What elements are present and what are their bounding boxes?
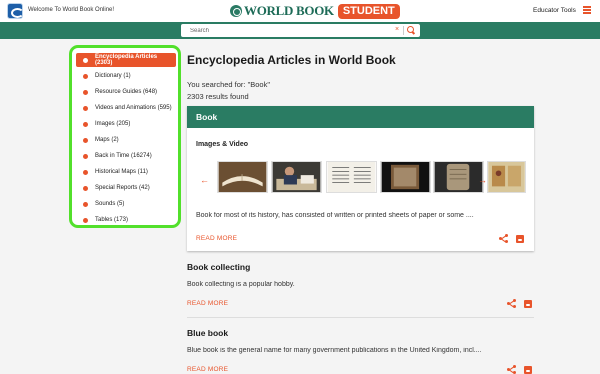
save-icon[interactable]	[516, 235, 524, 243]
facet-label: Tables (173)	[95, 217, 129, 223]
bullet-icon	[83, 137, 88, 143]
bullet-icon	[83, 185, 88, 191]
student-badge: STUDENT	[337, 3, 400, 19]
facet-sounds[interactable]: Sounds (5)	[76, 197, 176, 211]
facet-label: Back in Time (16274)	[95, 153, 152, 159]
bullet-icon	[83, 169, 88, 175]
arrow-left-icon[interactable]: ←	[200, 175, 209, 185]
searched-for-text: You searched for: "Book"	[187, 80, 271, 89]
facet-resource-guides[interactable]: Resource Guides (648)	[76, 85, 176, 99]
search-icon[interactable]	[407, 26, 415, 35]
clear-search-button[interactable]: ×	[395, 26, 399, 33]
bullet-icon	[83, 57, 88, 63]
facet-videos-animations[interactable]: Videos and Animations (595)	[76, 101, 176, 115]
arrow-right-icon[interactable]: →	[478, 175, 487, 185]
facet-label: Dictionary (1)	[95, 73, 131, 79]
facet-dictionary[interactable]: Dictionary (1)	[76, 69, 176, 83]
facet-label: Historical Maps (11)	[95, 169, 148, 175]
educator-tools-link[interactable]: Educator Tools	[533, 7, 576, 14]
result-snippet: Blue book is the general name for many g…	[187, 347, 482, 354]
bullet-icon	[83, 153, 88, 159]
site-logo-icon[interactable]	[7, 3, 24, 19]
page-title: Encyclopedia Articles in World Book	[187, 53, 396, 67]
media-heading: Images & Video	[196, 141, 249, 148]
featured-result-card: Book Images & Video ← → Book for most of…	[187, 106, 534, 251]
top-header: Welcome To World Book Online! WORLD BOOK…	[0, 0, 600, 22]
world-book-logo[interactable]: WORLD BOOK STUDENT	[230, 3, 400, 19]
bullet-icon	[83, 217, 88, 223]
facet-label: Videos and Animations (595)	[95, 105, 172, 111]
thumbnail-printed-page[interactable]	[326, 161, 377, 193]
bullet-icon	[83, 73, 88, 79]
facet-back-in-time[interactable]: Back in Time (16274)	[76, 149, 176, 163]
welcome-text: Welcome To World Book Online!	[28, 7, 115, 13]
search-divider	[403, 26, 404, 35]
result-divider	[187, 317, 534, 318]
bullet-icon	[83, 121, 88, 127]
facet-tables[interactable]: Tables (173)	[76, 213, 176, 227]
facet-label: Maps (2)	[95, 137, 119, 143]
result-item: Blue book Blue book is the general name …	[187, 328, 534, 374]
thumbnail-reader[interactable]	[271, 161, 322, 193]
result-snippet: Book collecting is a popular hobby.	[187, 281, 295, 288]
thumbnail-open-book[interactable]	[217, 161, 268, 193]
share-icon[interactable]	[507, 299, 516, 308]
facet-label: Encyclopedia Articles (2303)	[94, 54, 158, 66]
featured-title[interactable]: Book	[187, 106, 534, 128]
featured-description: Book for most of its history, has consis…	[196, 212, 474, 219]
result-title[interactable]: Blue book	[187, 328, 534, 338]
thumbnail-stone-tablet[interactable]	[433, 161, 484, 193]
menu-icon[interactable]	[583, 6, 591, 14]
facet-label: Images (205)	[95, 121, 131, 127]
facet-special-reports[interactable]: Special Reports (42)	[76, 181, 176, 195]
facet-images[interactable]: Images (205)	[76, 117, 176, 131]
brand-name: WORLD BOOK	[244, 3, 334, 18]
facet-historical-maps[interactable]: Historical Maps (11)	[76, 165, 176, 179]
thumbnail-dark-manuscript[interactable]	[380, 161, 431, 193]
facet-encyclopedia-articles[interactable]: Encyclopedia Articles (2303)	[76, 53, 176, 67]
facet-label: Special Reports (42)	[95, 185, 150, 191]
facet-maps[interactable]: Maps (2)	[76, 133, 176, 147]
share-icon[interactable]	[499, 234, 508, 243]
result-title[interactable]: Book collecting	[187, 262, 534, 272]
read-more-link[interactable]: READ MORE	[187, 300, 228, 307]
thumbnail-illuminated-manuscript[interactable]	[487, 161, 526, 193]
facet-label: Resource Guides (648)	[95, 89, 158, 95]
results-count: 2303 results found	[187, 92, 249, 101]
read-more-link[interactable]: READ MORE	[187, 366, 228, 373]
bullet-icon	[83, 105, 88, 111]
world-book-logo-icon	[230, 5, 242, 17]
save-icon[interactable]	[524, 300, 532, 308]
search-input[interactable]	[181, 24, 381, 37]
facet-label: Sounds (5)	[95, 201, 125, 207]
result-item: Book collecting Book collecting is a pop…	[187, 262, 534, 308]
search-box: ×	[181, 24, 420, 37]
content-type-filter: Encyclopedia Articles (2303) Dictionary …	[69, 45, 181, 228]
read-more-link[interactable]: READ MORE	[196, 235, 237, 242]
bullet-icon	[83, 201, 88, 207]
bullet-icon	[83, 89, 88, 95]
